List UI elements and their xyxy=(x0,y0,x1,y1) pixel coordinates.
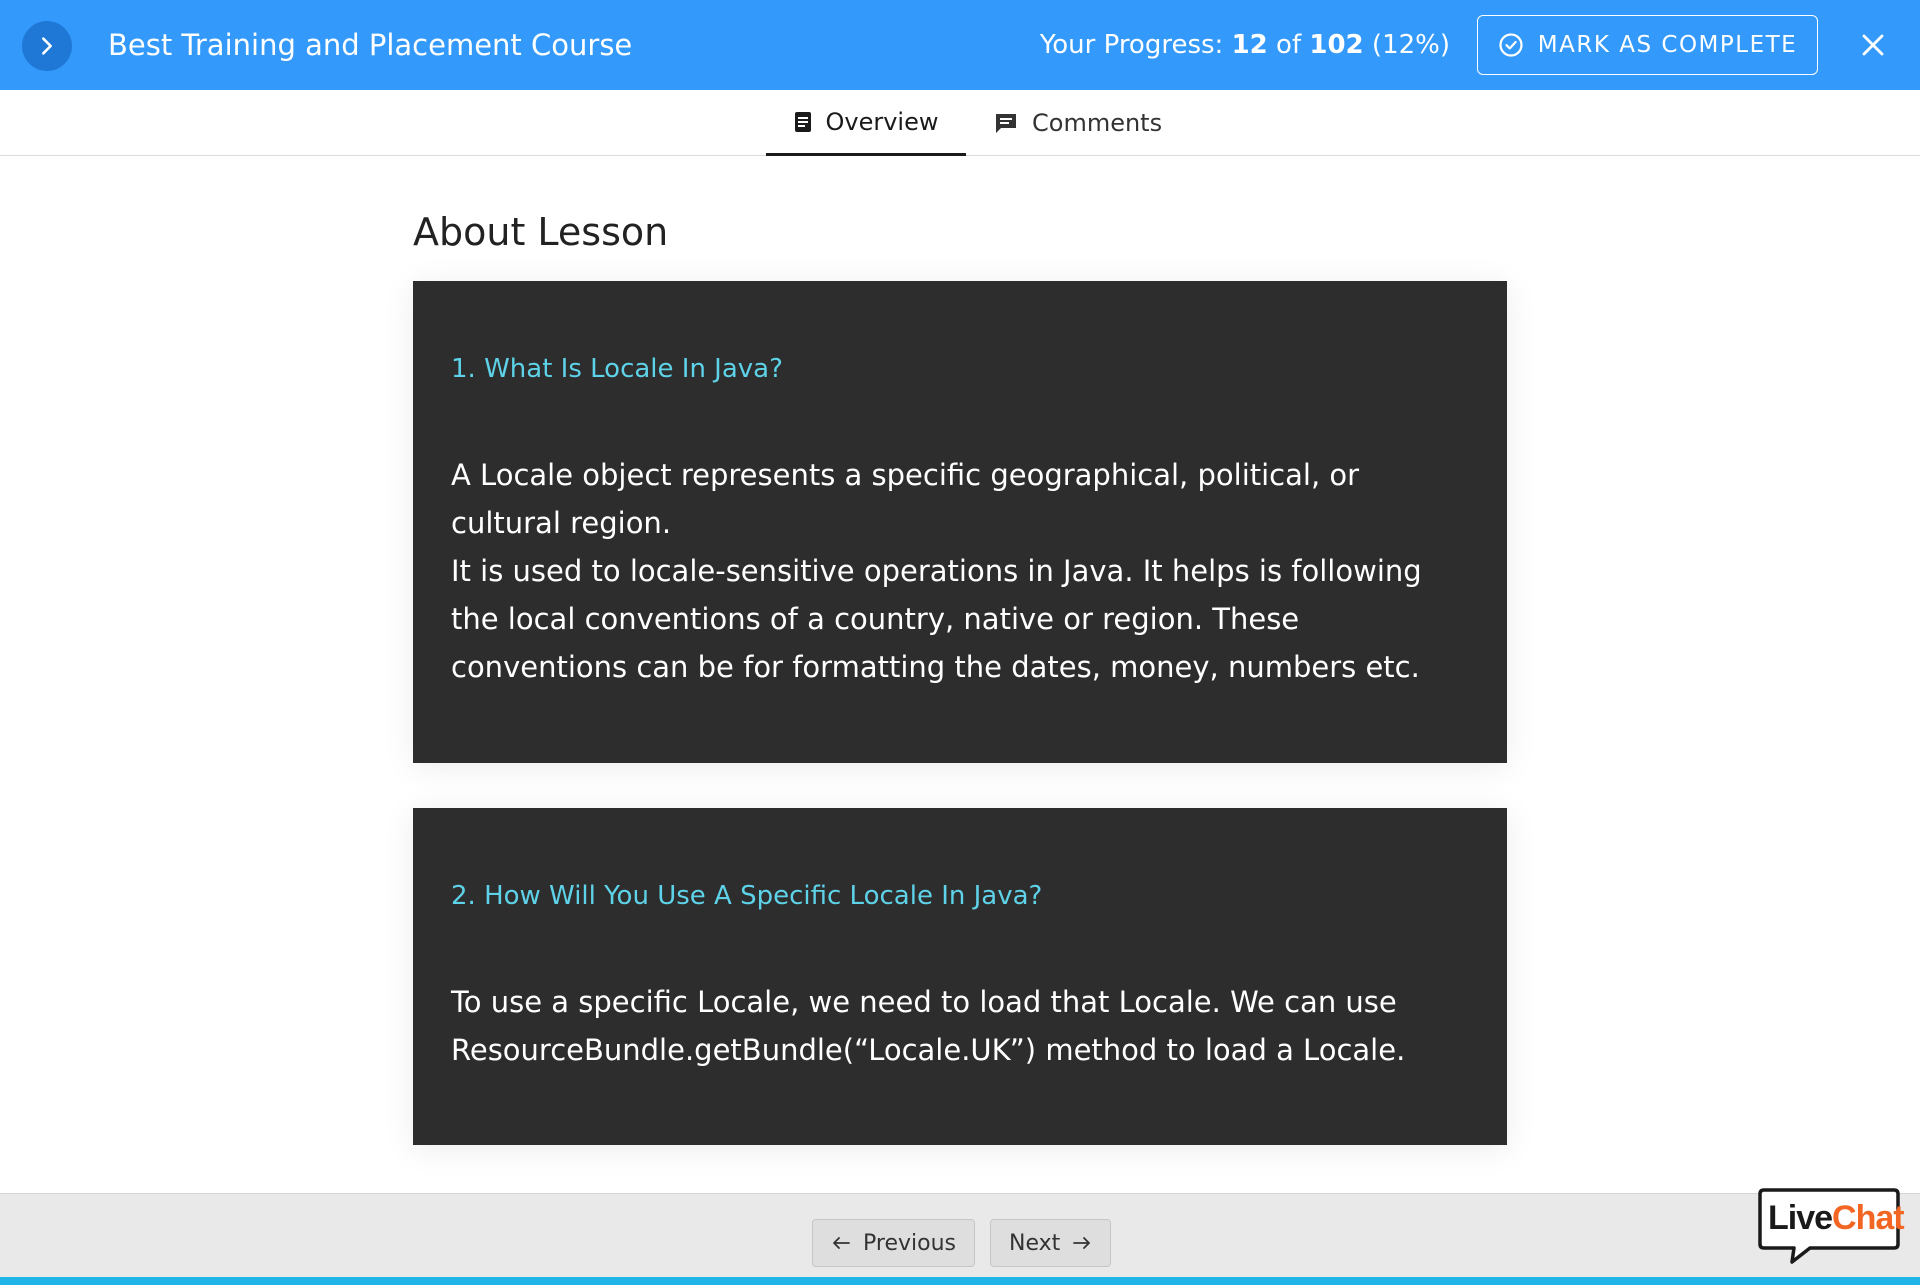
progress-indicator: Your Progress: 12 of 102 (12%) xyxy=(1040,0,1450,90)
progress-of: of xyxy=(1276,30,1302,60)
sidebar-toggle-button[interactable] xyxy=(22,21,72,71)
tab-overview[interactable]: Overview xyxy=(766,90,966,156)
lesson-tabs: Overview Comments xyxy=(0,90,1920,156)
previous-button[interactable]: Previous xyxy=(812,1219,975,1267)
next-label: Next xyxy=(1009,1230,1061,1256)
qa-card: 1. What Is Locale In Java? A Locale obje… xyxy=(413,281,1507,763)
qa-card: 2. How Will You Use A Specific Locale In… xyxy=(413,808,1507,1145)
check-circle-icon xyxy=(1499,33,1523,57)
close-icon xyxy=(1862,34,1884,56)
mark-as-complete-label: MARK AS COMPLETE xyxy=(1537,32,1798,58)
next-button[interactable]: Next xyxy=(990,1219,1112,1267)
comment-icon xyxy=(996,114,1016,133)
arrow-right-icon xyxy=(1073,1237,1091,1249)
about-lesson-heading: About Lesson xyxy=(413,210,669,254)
close-button[interactable] xyxy=(1852,24,1894,66)
tab-comments[interactable]: Comments xyxy=(994,90,1162,156)
course-title: Best Training and Placement Course xyxy=(108,28,633,62)
lesson-footer-nav: Previous Next xyxy=(0,1193,1920,1277)
document-icon xyxy=(794,111,811,132)
progress-percent: (12%) xyxy=(1371,30,1450,60)
qa-answer-line: To use a specific Locale, we need to loa… xyxy=(451,985,1406,1067)
mark-as-complete-button[interactable]: MARK AS COMPLETE xyxy=(1477,15,1818,75)
livechat-live: Live xyxy=(1768,1199,1833,1237)
progress-total: 102 xyxy=(1309,30,1364,60)
qa-question: 2. How Will You Use A Specific Locale In… xyxy=(451,881,1043,911)
qa-question: 1. What Is Locale In Java? xyxy=(451,354,783,384)
tab-comments-label: Comments xyxy=(1032,109,1163,137)
livechat-button[interactable]: LiveChat xyxy=(1758,1186,1905,1266)
qa-answer-line: A Locale object represents a specific ge… xyxy=(451,458,1360,540)
livechat-logo-text: LiveChat xyxy=(1768,1199,1905,1238)
chevron-right-icon xyxy=(42,37,52,55)
bottom-accent-strip xyxy=(0,1277,1920,1285)
previous-label: Previous xyxy=(863,1230,956,1256)
qa-answer: A Locale object represents a specific ge… xyxy=(451,451,1471,691)
course-header: Best Training and Placement Course Your … xyxy=(0,0,1920,90)
progress-label: Your Progress: xyxy=(1039,30,1224,60)
livechat-chat: Chat xyxy=(1832,1199,1905,1237)
arrow-left-icon xyxy=(833,1237,850,1249)
progress-current: 12 xyxy=(1231,30,1268,60)
qa-answer-line: It is used to locale-sensitive operation… xyxy=(451,554,1422,684)
tab-overview-label: Overview xyxy=(825,107,939,136)
qa-answer: To use a specific Locale, we need to loa… xyxy=(451,978,1471,1074)
